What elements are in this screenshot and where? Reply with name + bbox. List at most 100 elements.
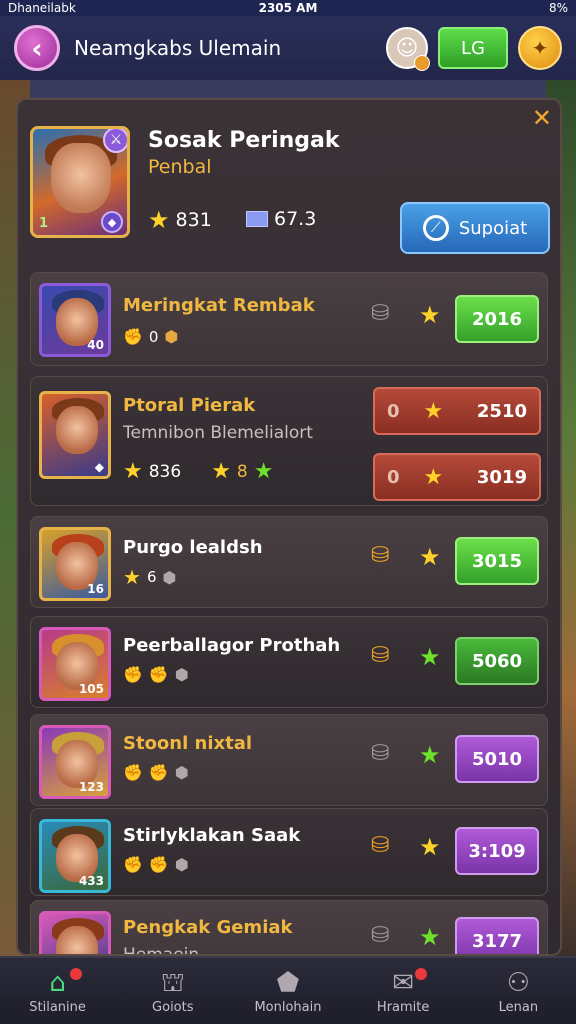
meta-value: 8 — [236, 462, 248, 482]
star-icon: ★ — [148, 206, 170, 234]
value-button[interactable]: 5060 — [455, 637, 539, 685]
hero-thumb — [39, 911, 111, 954]
value-button[interactable]: 0 ★ 3019 — [373, 453, 541, 501]
list-item[interactable]: ◆ Ptoral Pierak Temnibon Blemelialort ★ … — [30, 376, 548, 506]
nav-item-home[interactable]: ⌂ Stilanine — [8, 967, 108, 1015]
row-title: Purgo lealdsh — [123, 537, 263, 558]
hero-thumb: 16 — [39, 527, 111, 601]
green-star-icon: ★ — [419, 923, 441, 951]
fist-icon: ✊ — [123, 855, 143, 874]
stars-value: 836 — [148, 462, 182, 482]
row-meta: ★ 6 ⬢ — [123, 567, 176, 587]
value-button[interactable]: 2016 — [455, 295, 539, 343]
nav-item-lenan[interactable]: ⚇ Lenan — [468, 968, 568, 1015]
sword-icon: ⚔ — [103, 129, 127, 153]
fist-icon: ✊ — [123, 665, 143, 684]
list-item[interactable]: 40 Meringkat Rembak ✊ 0 ⬢ ⛁ ★ 2016 — [30, 272, 548, 366]
notification-dot — [69, 967, 82, 980]
bucket-icon: ⛁ — [371, 301, 390, 326]
list-item[interactable]: Pengkak Gemiak Hemaein ⛁ ★ 3177 — [30, 900, 548, 956]
player-avatar[interactable]: ☺ — [386, 27, 430, 71]
value-button[interactable]: 0 ★ 2510 — [373, 387, 541, 435]
thumb-level: 105 — [78, 682, 104, 696]
value-button[interactable]: 5010 — [455, 735, 539, 783]
meta-value: 6 — [146, 568, 157, 586]
thumb-face — [56, 926, 98, 954]
hero-stars-stat: ★ 831 — [148, 208, 212, 232]
shield-small-icon: ⬢ — [162, 567, 177, 587]
shield-small-icon: ⬢ — [174, 855, 189, 874]
hero-level: 1 — [39, 216, 49, 231]
list-item[interactable]: 16 Purgo lealdsh ★ 6 ⬢ ⛁ ★ 3015 — [30, 516, 548, 608]
clock: 2305 AM — [258, 1, 318, 15]
home-icon: ⌂ — [49, 967, 66, 998]
list-item[interactable]: 433 Stirlyklakan Saak ✊ ✊ ⬢ ⛁ ★ 3:109 — [30, 808, 548, 896]
shield-small-icon: ⬢ — [164, 327, 179, 346]
thumb-level: 40 — [87, 338, 104, 352]
support-label: Supoiat — [458, 217, 528, 239]
close-icon[interactable]: ✕ — [532, 104, 552, 132]
nav-item-hramite[interactable]: ✉ Hramite — [353, 967, 453, 1015]
star-icon: ★ — [419, 833, 441, 861]
thumb-level: 433 — [78, 874, 104, 888]
shield-icon: ⬟ — [276, 967, 300, 998]
row-title: Pengkak Gemiak — [123, 917, 293, 938]
value-button[interactable]: 3015 — [455, 537, 539, 585]
thumb-level: 16 — [87, 582, 104, 596]
row-meta: ✊ ✊ ⬢ — [123, 763, 189, 782]
star-icon: ★ — [211, 459, 231, 484]
support-button[interactable]: ⟋ Supoiat — [400, 202, 550, 254]
back-button[interactable]: ‹ — [14, 25, 60, 71]
star-icon: ★ — [419, 543, 441, 571]
nav-item-monlohain[interactable]: ⬟ Monlohain — [238, 968, 338, 1015]
bucket-icon: ⛁ — [371, 741, 390, 766]
zero-label: 0 — [387, 466, 400, 488]
row-meta: ✊ ✊ ⬢ — [123, 855, 189, 874]
bucket-icon: ⛁ — [371, 643, 390, 668]
lg-button[interactable]: LG — [438, 27, 508, 69]
users-icon: ⚇ — [506, 967, 530, 998]
rank-icon: ◆ — [94, 460, 104, 474]
nav-label: Stilanine — [29, 999, 86, 1015]
heroes-panel: ✕ 1 ⚔ ◆ Sosak Peringak Penbal ★ 831 67.3… — [16, 98, 562, 956]
coin-shop-button[interactable]: ✦ — [518, 26, 562, 70]
nav-item-goiots[interactable]: ⛫ Goiots — [123, 968, 223, 1015]
star-icon: ★ — [423, 398, 444, 424]
fist-icon: ✊ — [148, 855, 169, 874]
row-subtitle: Temnibon Blemelialort — [123, 423, 313, 443]
value-button[interactable]: 3:109 — [455, 827, 539, 875]
row-title: Ptoral Pierak — [123, 395, 256, 416]
hero-name: Sosak Peringak — [148, 128, 340, 153]
hero-thumb: 40 — [39, 283, 111, 357]
row-meta: ✊ 0 ⬢ — [123, 327, 178, 346]
hero-portrait[interactable]: 1 ⚔ ◆ — [30, 126, 130, 238]
nav-label: Monlohain — [254, 999, 322, 1015]
hero-stars-value: 831 — [175, 209, 212, 231]
bucket-icon: ⛁ — [371, 833, 390, 858]
row-title: Stirlyklakan Saak — [123, 825, 301, 846]
gem-icon — [246, 211, 268, 227]
green-star-icon: ★ — [419, 643, 441, 671]
meta-value: 0 — [148, 327, 159, 346]
hero-face — [51, 143, 111, 213]
notification-dot — [415, 967, 428, 980]
star-icon: ★ — [419, 301, 441, 329]
list-item[interactable]: 105 Peerballagor Prothah ✊ ✊ ⬢ ⛁ ★ 5060 — [30, 616, 548, 708]
star-icon: ★ — [423, 464, 444, 490]
fist-icon: ✊ — [148, 665, 169, 684]
fist-icon: ✊ — [123, 327, 143, 346]
row-subtitle: Hemaein — [123, 945, 200, 956]
value-button[interactable]: 3177 — [455, 917, 539, 954]
avatar-badge-icon — [414, 55, 430, 71]
star-icon: ★ — [123, 459, 143, 484]
row-title: Peerballagor Prothah — [123, 635, 341, 656]
battery-label: 8% — [548, 1, 568, 15]
page-title: Neamgkabs Ulemain — [74, 36, 282, 60]
row-meta: ✊ ✊ ⬢ — [123, 665, 189, 684]
hero-gems-stat: 67.3 — [246, 208, 316, 230]
list-item[interactable]: 123 Stoonl nixtal ✊ ✊ ⬢ ⛁ ★ 5010 — [30, 714, 548, 806]
mail-icon: ✉ — [392, 967, 415, 998]
star-icon: ★ — [123, 565, 141, 589]
support-icon: ⟋ — [422, 215, 449, 241]
shield-small-icon: ⬢ — [174, 665, 189, 684]
